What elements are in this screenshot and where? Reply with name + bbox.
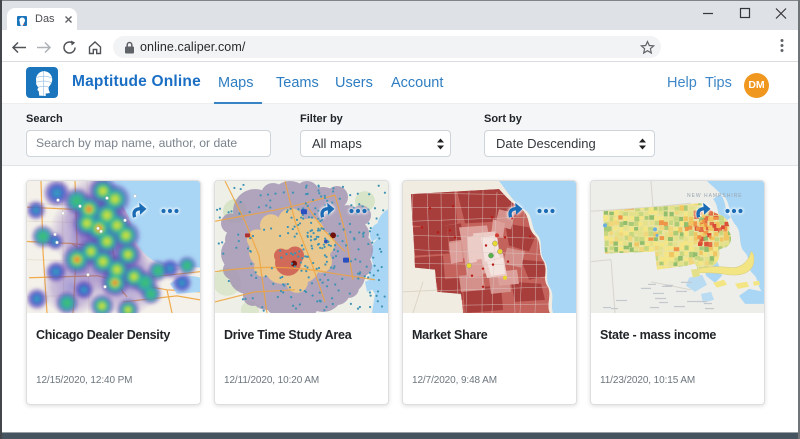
svg-text:NEW HAMPSHIRE: NEW HAMPSHIRE xyxy=(687,193,743,199)
